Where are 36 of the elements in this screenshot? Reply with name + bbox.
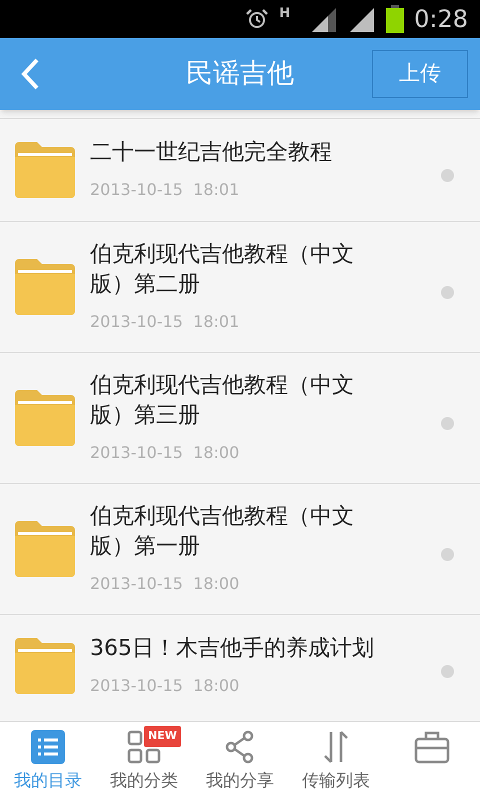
list-icon (31, 730, 65, 764)
modified-date: 2013-10-15 18:01 (90, 179, 240, 201)
network-type: H (279, 5, 290, 23)
folder-name: 365日！木吉他手的养成计划 (90, 635, 375, 663)
signal-icon (310, 6, 338, 32)
folder-row[interactable]: 伯克利现代吉他教程（中文版）第二册 2013-10-15 18:01 (0, 221, 480, 352)
back-icon (20, 58, 40, 90)
modified-date: 2013-10-15 18:01 (90, 311, 240, 333)
briefcase-icon (414, 730, 450, 764)
folder-name: 伯克利现代吉他教程（中文版）第三册 (90, 372, 355, 430)
folder-row[interactable]: 伯克利现代吉他教程（中文版）第三册 2013-10-15 18:00 (0, 352, 480, 483)
modified-date: 2013-10-15 18:00 (90, 675, 240, 697)
modified-date: 2013-10-15 18:00 (90, 442, 240, 464)
folder-icon (15, 390, 75, 446)
folder-name: 伯克利现代吉他教程（中文版）第一册 (90, 503, 355, 561)
transfer-icon (324, 730, 348, 764)
screen-title: 民谣吉他 (185, 56, 295, 91)
tab[interactable]: NEW 我的分类 (96, 722, 192, 800)
tab[interactable]: 传输列表 (288, 722, 384, 800)
tab[interactable]: 我的分享 (192, 722, 288, 800)
folder-icon (15, 142, 75, 198)
alarm-icon (245, 7, 270, 31)
modified-date: 2013-10-15 18:00 (90, 573, 240, 595)
share-icon (225, 730, 255, 764)
new-badge: NEW (144, 726, 181, 746)
clock-time: 0:28 (414, 4, 468, 35)
folder-row[interactable]: 365日！木吉他手的养成计划 2013-10-15 18:00 (0, 614, 480, 717)
folder-name: 二十一世纪吉他完全教程 (90, 139, 333, 167)
battery-icon (386, 5, 404, 33)
folder-icon (15, 259, 75, 315)
folder-row[interactable]: 伯克利现代吉他教程（中文版）第一册 2013-10-15 18:00 (0, 483, 480, 614)
folder-icon (15, 638, 75, 694)
folder-icon (15, 521, 75, 577)
folder-row[interactable]: 二十一世纪吉他完全教程 2013-10-15 18:01 (0, 118, 480, 221)
signal-icon (348, 6, 376, 32)
folder-name: 伯克利现代吉他教程（中文版）第二册 (90, 241, 355, 299)
